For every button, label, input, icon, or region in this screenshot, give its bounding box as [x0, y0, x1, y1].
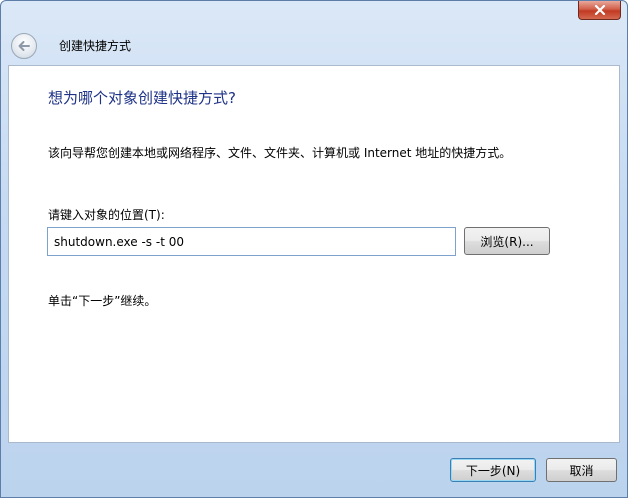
close-button[interactable] [578, 1, 621, 20]
wizard-content: 想为哪个对象创建快捷方式? 该向导帮您创建本地或网络程序、文件、文件夹、计算机或… [8, 65, 620, 443]
location-label: 请键入对象的位置(T): [48, 208, 165, 222]
next-button[interactable]: 下一步(N) [450, 458, 536, 482]
create-shortcut-dialog: 创建快捷方式 想为哪个对象创建快捷方式? 该向导帮您创建本地或网络程序、文件、文… [0, 0, 628, 498]
back-button[interactable] [11, 32, 37, 59]
wizard-description: 该向导帮您创建本地或网络程序、文件、文件夹、计算机或 Internet 地址的快… [48, 146, 512, 160]
wizard-header: 创建快捷方式 [8, 26, 620, 65]
back-arrow-icon [18, 40, 30, 51]
location-input[interactable] [47, 227, 456, 256]
page-question: 想为哪个对象创建快捷方式? [48, 89, 236, 107]
browse-button[interactable]: 浏览(R)... [464, 227, 550, 255]
close-icon [594, 5, 605, 15]
cancel-button[interactable]: 取消 [546, 458, 617, 482]
continue-hint: 单击“下一步”继续。 [48, 294, 157, 308]
window-title: 创建快捷方式 [59, 39, 132, 53]
